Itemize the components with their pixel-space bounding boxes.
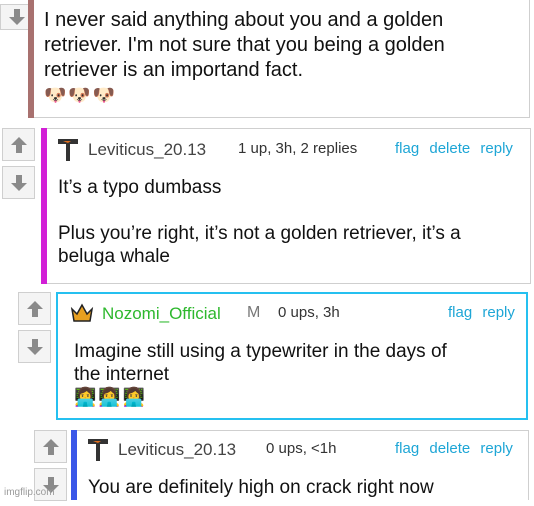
comment-line: Plus you’re right, it’s not a golden ret… [58,223,461,244]
comment-header: Nozomi_Official M 0 ups, 3h flag reply [18,302,534,326]
dog-emoji-row: 🐶🐶🐶 [44,85,118,106]
delete-link[interactable]: delete [429,140,470,157]
downvote-arrow-icon [10,174,27,191]
crown-icon [70,303,94,322]
downvote-button[interactable] [18,330,51,363]
username[interactable]: Leviticus_20.13 [118,440,236,460]
comment-line: Imagine still using a typewriter in the … [74,341,447,362]
comment-line: I never said anything about you and a go… [44,9,444,31]
flag-link[interactable]: flag [395,440,419,457]
comment-meta: 1 up, 3h, 2 replies [238,140,358,157]
comment-3: Nozomi_Official M 0 ups, 3h flag reply I… [18,292,534,420]
comment-body: It’s a typo dumbass Plus you’re right, i… [58,176,461,268]
user-flair-icon [58,139,78,161]
comment-line: It’s a typo dumbass [58,177,222,198]
comment-meta: 0 ups, <1h [266,440,337,457]
comment-header: Leviticus_20.13 0 ups, <1h flag delete r… [34,438,534,462]
flag-link[interactable]: flag [448,304,472,321]
comment-4: Leviticus_20.13 0 ups, <1h flag delete r… [34,430,534,501]
comment-body: You are definitely high on crack right n… [88,476,434,499]
comment-2: Leviticus_20.13 1 up, 3h, 2 replies flag… [2,128,534,284]
downvote-arrow-icon [26,338,43,355]
username[interactable]: Nozomi_Official [102,304,221,324]
comment-body: I never said anything about you and a go… [44,8,445,108]
flag-link[interactable]: flag [395,140,419,157]
technologist-emoji-row: 👩‍💻👩‍💻👩‍💻 [74,387,148,408]
delete-link[interactable]: delete [429,440,470,457]
comment-actions: flag reply [448,304,515,321]
imgflip-watermark: imgflip.com [4,487,55,498]
comment-line: the internet [74,364,170,385]
reply-link[interactable]: reply [482,304,515,321]
reply-link[interactable]: reply [480,440,513,457]
comment-line: retriever is an importand fact. [44,59,303,81]
username[interactable]: Leviticus_20.13 [88,140,206,160]
comment-1: I never said anything about you and a go… [0,0,534,118]
comment-body: Imagine still using a typewriter in the … [74,340,447,409]
comment-actions: flag delete reply [395,140,513,157]
comment-meta: 0 ups, 3h [278,304,340,321]
reply-link[interactable]: reply [480,140,513,157]
downvote-arrow-icon [8,9,25,25]
comment-line: beluga whale [58,246,170,267]
comment-line: You are definitely high on crack right n… [88,477,434,498]
downvote-button[interactable] [2,166,35,199]
comment-line [58,199,461,222]
comment-line: retriever. I'm not sure that you being a… [44,34,445,56]
mod-badge: M [247,304,261,321]
comment-header: Leviticus_20.13 1 up, 3h, 2 replies flag… [2,138,534,162]
user-flair-icon [88,439,108,461]
comment-actions: flag delete reply [395,440,513,457]
